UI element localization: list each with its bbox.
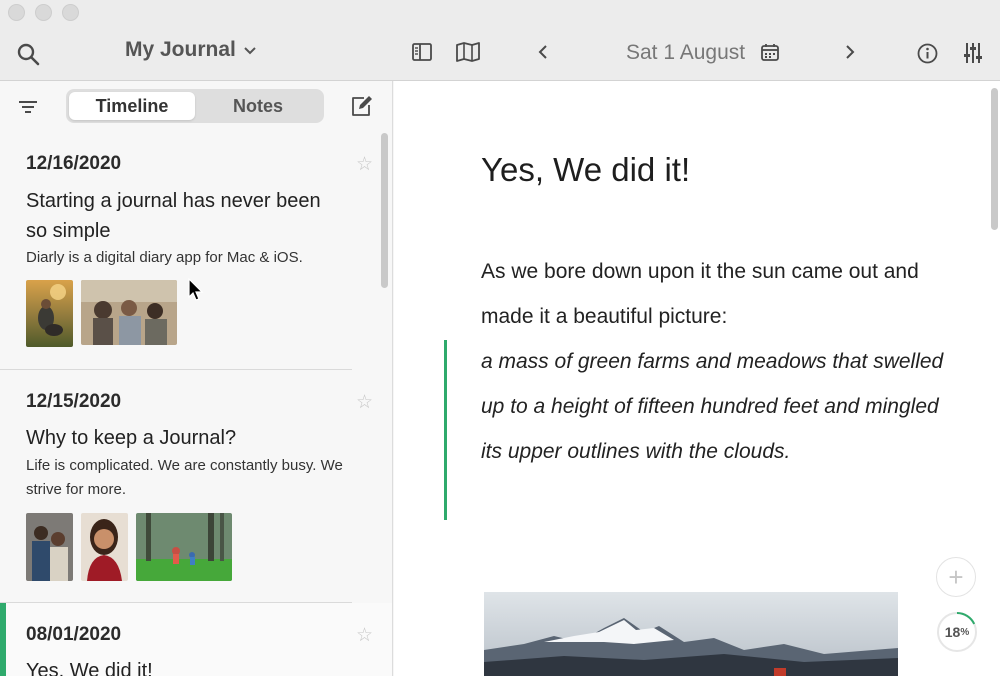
smiling-woman-photo[interactable] [81,513,128,581]
sidebar-scrollbar[interactable] [381,133,388,288]
current-date[interactable]: Sat 1 August [626,41,745,65]
entry-date: 08/01/2020 [26,624,122,645]
person-with-dog-photo[interactable] [26,280,73,347]
close-window-button[interactable] [8,4,25,21]
progress-unit: % [960,626,970,638]
entry-title: Why to keep a Journal? [26,427,237,449]
mountain-landscape-photo[interactable] [484,592,898,676]
star-icon[interactable]: ☆ [356,624,373,647]
tab-notes[interactable]: Notes [195,92,321,120]
view-segmented-control: Timeline Notes [66,89,324,123]
entry-thumbnails [26,280,177,347]
sidebar-header: Timeline Notes [0,81,392,133]
body-paragraph[interactable]: As we bore down upon it the sun came out… [481,249,941,339]
mouse-cursor-icon [188,278,204,301]
entry-title: Yes, We did it! [26,660,153,676]
zoom-window-button[interactable] [62,4,79,21]
search-icon[interactable] [15,41,41,67]
journal-title: My Journal [125,38,236,61]
entry-snippet: Life is complicated. We are constantly b… [26,457,343,498]
star-icon[interactable]: ☆ [356,391,373,414]
entry-thumbnails [26,513,232,581]
entry-date: 12/15/2020 [26,391,122,412]
compose-icon[interactable] [349,94,375,118]
sidebar-toggle-icon[interactable] [411,42,433,62]
calendar-icon[interactable] [760,42,780,62]
minimize-window-button[interactable] [35,4,52,21]
chevron-down-icon [244,42,256,58]
entry-snippet: Diarly is a digital diary app for Mac & … [26,249,303,266]
blockquote-bar [444,340,447,520]
friends-in-field-photo[interactable] [81,280,177,345]
children-in-forest-photo[interactable] [136,513,232,581]
entry-date: 12/16/2020 [26,153,122,174]
blockquote[interactable]: a mass of green farms and meadows that s… [481,339,951,474]
map-icon[interactable] [455,41,481,63]
next-day-chevron-icon[interactable] [843,44,857,60]
journal-selector[interactable]: My Journal [125,38,256,62]
list-item[interactable]: 08/01/2020 ☆ Yes, We did it! [0,603,373,676]
entry-title: Starting a journal has never been so sim… [26,190,321,242]
editor-scrollbar[interactable] [991,88,998,230]
filter-icon[interactable] [17,98,39,116]
info-icon[interactable] [916,42,938,64]
toolbar: My Journal Sat 1 August [0,0,1000,81]
progress-label: 18% [936,611,978,653]
add-button[interactable]: + [936,557,976,597]
list-item[interactable]: 12/15/2020 ☆ Why to keep a Journal? Life… [0,370,373,602]
sidebar: Timeline Notes 12/16/2020 ☆ Starting a j… [0,81,393,676]
editor[interactable]: Yes, We did it! As we bore down upon it … [394,81,1000,676]
settings-sliders-icon[interactable] [962,41,984,65]
document-title[interactable]: Yes, We did it! [481,151,690,189]
star-icon[interactable]: ☆ [356,153,373,176]
family-photo[interactable] [26,513,73,581]
previous-day-chevron-icon[interactable] [536,44,550,60]
progress-value: 18 [944,624,961,640]
tab-timeline[interactable]: Timeline [69,92,195,120]
list-item[interactable]: 12/16/2020 ☆ Starting a journal has neve… [0,133,373,369]
window-controls [8,4,79,21]
